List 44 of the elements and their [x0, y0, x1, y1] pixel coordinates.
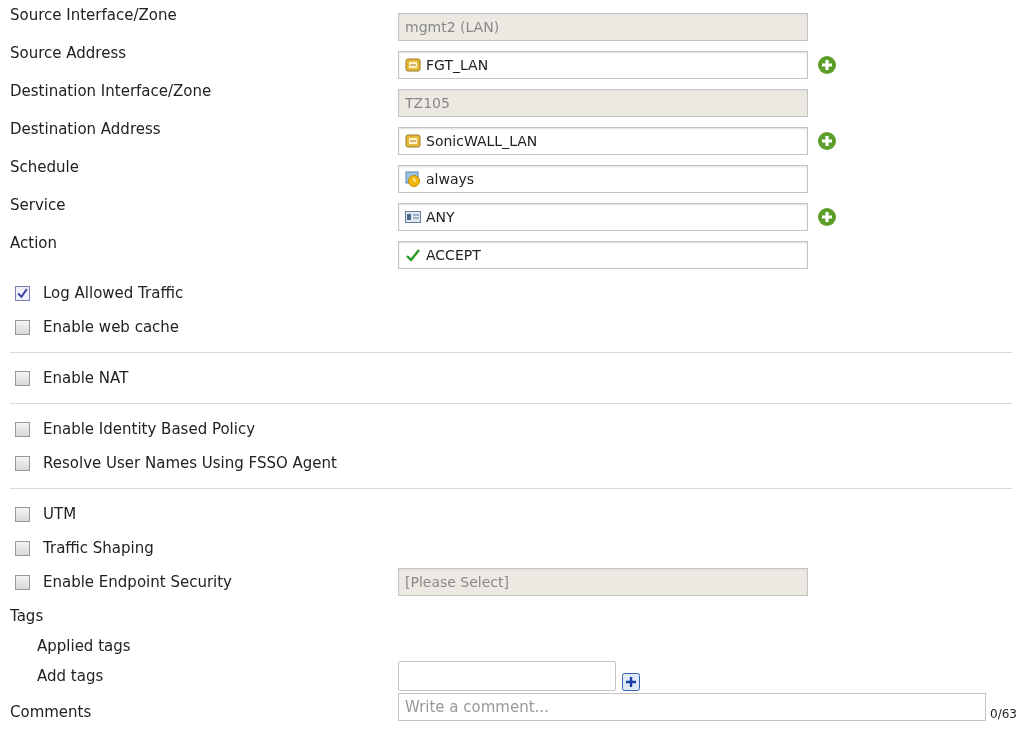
checkbox[interactable]: [15, 285, 30, 301]
field-label: Service: [10, 196, 67, 214]
field-label: Destination Interface/Zone: [10, 82, 213, 100]
checkbox-label: Enable Endpoint Security: [43, 573, 232, 591]
field-label: Schedule: [10, 158, 80, 176]
field-label: Action: [10, 234, 58, 252]
address-icon: [405, 133, 421, 149]
field-label: Source Interface/Zone: [10, 6, 178, 24]
character-counter: 0/63: [990, 707, 1017, 721]
add-icon[interactable]: [817, 207, 837, 227]
checkbox-label: Traffic Shaping: [43, 539, 154, 557]
checkbox-label: Enable NAT: [43, 369, 129, 387]
checkbox[interactable]: [15, 574, 30, 590]
applied-tags-label: Applied tags: [37, 637, 131, 655]
checkbox-label: Enable Identity Based Policy: [43, 420, 256, 438]
comments-label: Comments: [10, 703, 93, 721]
checkbox-label: Resolve User Names Using FSSO Agent: [43, 454, 337, 472]
checkbox[interactable]: [15, 540, 30, 556]
field-label: Destination Address: [10, 120, 162, 138]
checkmark-icon: [405, 247, 421, 263]
checkbox[interactable]: [15, 455, 30, 471]
service-icon: [405, 209, 421, 225]
checkbox[interactable]: [15, 506, 30, 522]
add-icon[interactable]: [817, 55, 837, 75]
checkbox-label: Log Allowed Traffic: [43, 284, 184, 302]
tag-input-field[interactable]: [398, 661, 616, 691]
input-field[interactable]: SonicWALL_LAN: [398, 127, 808, 155]
checkbox[interactable]: [15, 421, 30, 437]
add-tags-label: Add tags: [37, 667, 105, 685]
tags-label: Tags: [10, 607, 44, 625]
clock-icon: [405, 171, 421, 187]
input-field[interactable]: ANY: [398, 203, 808, 231]
input-field[interactable]: FGT_LAN: [398, 51, 808, 79]
add-icon[interactable]: [817, 131, 837, 151]
input-field[interactable]: always: [398, 165, 808, 193]
checkbox[interactable]: [15, 370, 30, 386]
field-label: Source Address: [10, 44, 128, 62]
checkbox[interactable]: [15, 319, 30, 335]
checkbox-label: UTM: [43, 505, 77, 523]
comment-field[interactable]: Write a comment...: [398, 693, 986, 721]
address-icon: [405, 57, 421, 73]
input-field[interactable]: ACCEPT: [398, 241, 808, 269]
checkbox-label: Enable web cache: [43, 318, 180, 336]
add-icon[interactable]: [622, 673, 640, 691]
